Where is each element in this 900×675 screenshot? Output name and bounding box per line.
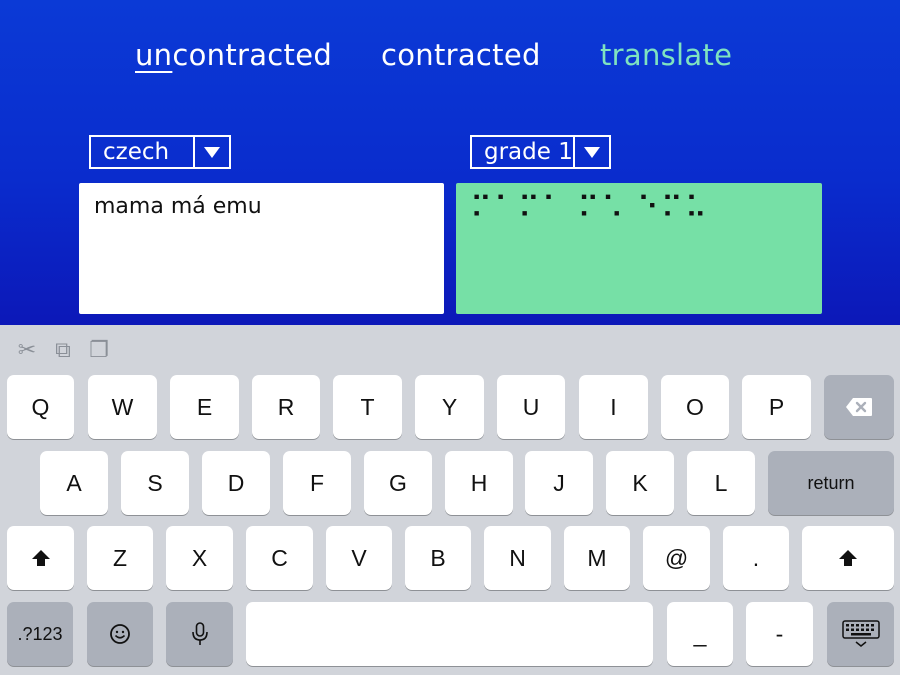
- mic-key[interactable]: [166, 602, 233, 666]
- key-g[interactable]: G: [364, 451, 432, 515]
- tab-translate[interactable]: translate: [600, 38, 732, 72]
- key-a[interactable]: A: [40, 451, 108, 515]
- backspace-icon: [846, 398, 872, 416]
- key-v[interactable]: V: [326, 526, 392, 590]
- key-t[interactable]: T: [333, 375, 402, 439]
- language-dropdown[interactable]: czech: [89, 135, 231, 169]
- dropdown-arrow-icon[interactable]: [573, 137, 609, 167]
- key-z[interactable]: Z: [87, 526, 153, 590]
- key-k[interactable]: K: [606, 451, 674, 515]
- tab-uncontracted-underlined: un: [135, 38, 173, 72]
- key-n[interactable]: N: [484, 526, 551, 590]
- key-w[interactable]: W: [88, 375, 157, 439]
- key-f[interactable]: F: [283, 451, 351, 515]
- key-u[interactable]: U: [497, 375, 565, 439]
- key-o[interactable]: O: [661, 375, 729, 439]
- key-m[interactable]: M: [564, 526, 630, 590]
- return-key[interactable]: return: [768, 451, 894, 515]
- key-l[interactable]: L: [687, 451, 755, 515]
- key-i[interactable]: I: [579, 375, 648, 439]
- emoji-icon: [110, 624, 130, 644]
- key-r[interactable]: R: [252, 375, 320, 439]
- key-d[interactable]: D: [202, 451, 270, 515]
- key-e[interactable]: E: [170, 375, 239, 439]
- keyboard-hide-icon: [841, 620, 880, 647]
- shift-icon: [31, 550, 50, 566]
- key-b[interactable]: B: [405, 526, 471, 590]
- grade-dropdown[interactable]: grade 1: [470, 135, 611, 169]
- paste-icon[interactable]: ❐: [88, 338, 110, 363]
- key-x[interactable]: X: [166, 526, 233, 590]
- key-y[interactable]: Y: [415, 375, 484, 439]
- shift-right-key[interactable]: [802, 526, 894, 590]
- on-screen-keyboard: ✂ ⧉ ❐ Q W E R T Y U I O P A S D F G H J …: [0, 325, 900, 675]
- backspace-key[interactable]: [824, 375, 894, 439]
- shift-icon: [839, 550, 857, 566]
- space-key[interactable]: [246, 602, 653, 666]
- key-at[interactable]: @: [643, 526, 710, 590]
- numbers-key[interactable]: .?123: [7, 602, 73, 666]
- tab-uncontracted[interactable]: uncontracted: [135, 38, 332, 72]
- braille-output: ⠍⠁⠍⠁ ⠍⠡ ⠑⠍⠥: [456, 183, 822, 314]
- key-p[interactable]: P: [742, 375, 811, 439]
- dropdown-arrow-icon[interactable]: [193, 137, 229, 167]
- braille-text: ⠍⠁⠍⠁ ⠍⠡ ⠑⠍⠥: [470, 191, 709, 226]
- keyboard-toolbar: ✂ ⧉ ❐: [16, 338, 110, 363]
- language-value: czech: [103, 139, 170, 165]
- tab-uncontracted-rest: contracted: [172, 38, 333, 72]
- key-period[interactable]: .: [723, 526, 789, 590]
- tab-contracted[interactable]: contracted: [381, 38, 541, 72]
- key-c[interactable]: C: [246, 526, 313, 590]
- scissors-icon[interactable]: ✂: [16, 338, 38, 363]
- copy-icon[interactable]: ⧉: [52, 338, 74, 363]
- key-j[interactable]: J: [525, 451, 593, 515]
- app-header-area: uncontracted contracted translate czech …: [0, 0, 900, 325]
- mode-tabs: uncontracted contracted translate: [0, 38, 900, 78]
- grade-value: grade 1: [484, 139, 573, 165]
- key-s[interactable]: S: [121, 451, 189, 515]
- hide-keyboard-key[interactable]: [827, 602, 894, 666]
- key-q[interactable]: Q: [7, 375, 74, 439]
- emoji-key[interactable]: [87, 602, 153, 666]
- key-h[interactable]: H: [445, 451, 513, 515]
- key-underscore[interactable]: _: [667, 602, 733, 666]
- key-dash[interactable]: -: [746, 602, 813, 666]
- shift-left-key[interactable]: [7, 526, 74, 590]
- microphone-icon: [191, 622, 208, 645]
- text-input[interactable]: mama má emu: [79, 183, 444, 314]
